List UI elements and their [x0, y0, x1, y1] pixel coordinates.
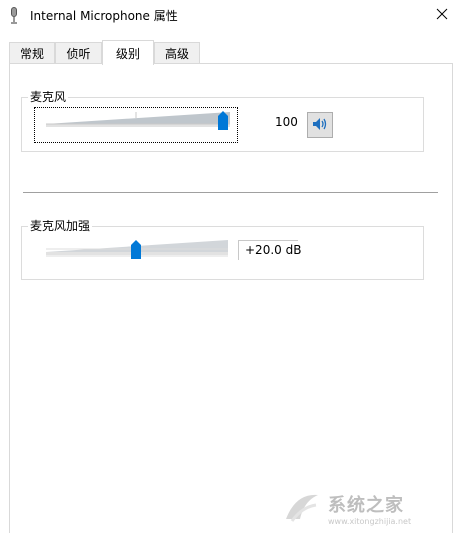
- watermark-text: 系统之家: [328, 494, 404, 516]
- boost-slider-thumb[interactable]: [131, 240, 141, 259]
- divider: [23, 192, 438, 193]
- microphone-boost-value: +20.0 dB: [245, 243, 302, 257]
- tab-general[interactable]: 常规: [9, 42, 55, 64]
- mute-button[interactable]: [307, 112, 333, 138]
- tab-bar: 常规 侦听 级别 高级: [0, 40, 462, 65]
- microphone-boost-slider[interactable]: [44, 236, 234, 264]
- watermark-url: www.xitongzhijia.net: [328, 516, 412, 526]
- watermark-logo: [282, 489, 322, 528]
- close-button[interactable]: [422, 0, 462, 30]
- microphone-label: 麦克风: [28, 90, 69, 104]
- tab-advanced[interactable]: 高级: [154, 42, 200, 64]
- tab-levels[interactable]: 级别: [102, 40, 154, 65]
- microphone-boost-label: 麦克风加强: [28, 219, 93, 233]
- speaker-icon: [312, 117, 328, 134]
- watermark: 系统之家 www.xitongzhijia.net: [282, 488, 452, 528]
- microphone-icon: [9, 7, 19, 24]
- window-title: Internal Microphone 属性: [30, 9, 178, 23]
- microphone-level-slider[interactable]: [44, 108, 234, 136]
- microphone-level-value: 100: [275, 115, 298, 129]
- tab-listen[interactable]: 侦听: [55, 42, 102, 64]
- title-bar: Internal Microphone 属性: [0, 0, 462, 32]
- close-icon: [436, 8, 448, 23]
